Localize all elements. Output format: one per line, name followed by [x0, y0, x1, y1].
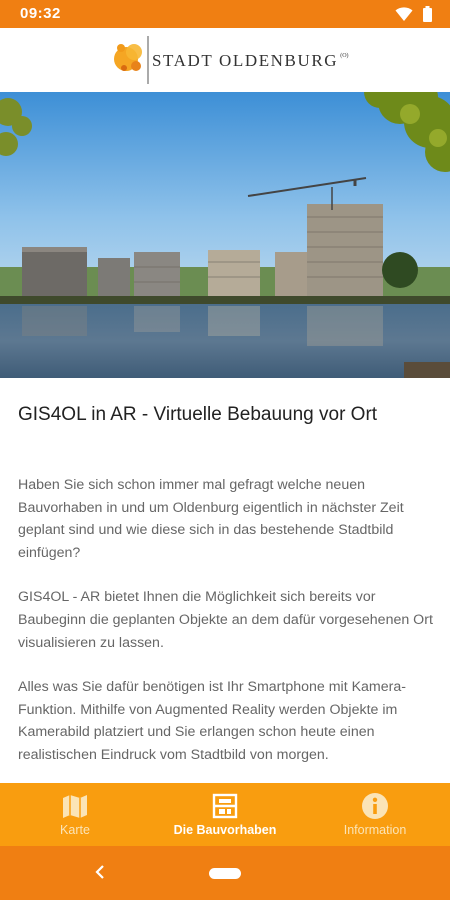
back-icon[interactable] — [90, 860, 110, 884]
article-title: GIS4OL in AR - Virtuelle Bebauung vor Or… — [18, 404, 378, 425]
status-icons — [395, 6, 432, 22]
article-paragraph: GIS4OL - AR bietet Ihnen die Möglichkeit… — [18, 589, 433, 651]
article-paragraph: Alles was Sie dafür benötigen ist Ihr Sm… — [18, 679, 406, 763]
wifi-icon — [395, 6, 413, 27]
nav-tab-karte[interactable]: Karte — [0, 783, 150, 846]
bottom-navigation: Karte Die Bauvorhaben Information — [0, 783, 450, 846]
nav-label: Die Bauvorhaben — [173, 823, 277, 837]
nav-tab-information[interactable]: Information — [300, 783, 450, 846]
info-icon — [361, 792, 389, 820]
article-content: GIS4OL in AR - Virtuelle Bebauung vor Or… — [0, 378, 450, 783]
logo-text: STADT OLDENBURG (O) — [152, 51, 349, 70]
status-time: 09:32 — [20, 5, 61, 22]
status-bar: 09:32 — [0, 0, 450, 28]
projects-icon — [211, 792, 239, 820]
app-header: STADT OLDENBURG (O) — [0, 28, 450, 92]
article-body: Haben Sie sich schon immer mal gefragt w… — [18, 474, 436, 783]
article-paragraph: Haben Sie sich schon immer mal gefragt w… — [18, 477, 404, 561]
nav-tab-bauvorhaben[interactable]: Die Bauvorhaben — [150, 783, 300, 846]
home-icon[interactable] — [209, 868, 241, 879]
map-icon — [61, 792, 89, 820]
city-logo: STADT OLDENBURG (O) — [112, 34, 362, 86]
battery-icon — [423, 6, 432, 27]
hero-image — [0, 92, 450, 378]
logo-emblem-icon — [114, 36, 149, 84]
system-navigation-bar — [0, 846, 450, 900]
construction-photo-icon — [0, 92, 450, 378]
nav-label: Information — [343, 823, 407, 837]
nav-label: Karte — [60, 823, 90, 837]
